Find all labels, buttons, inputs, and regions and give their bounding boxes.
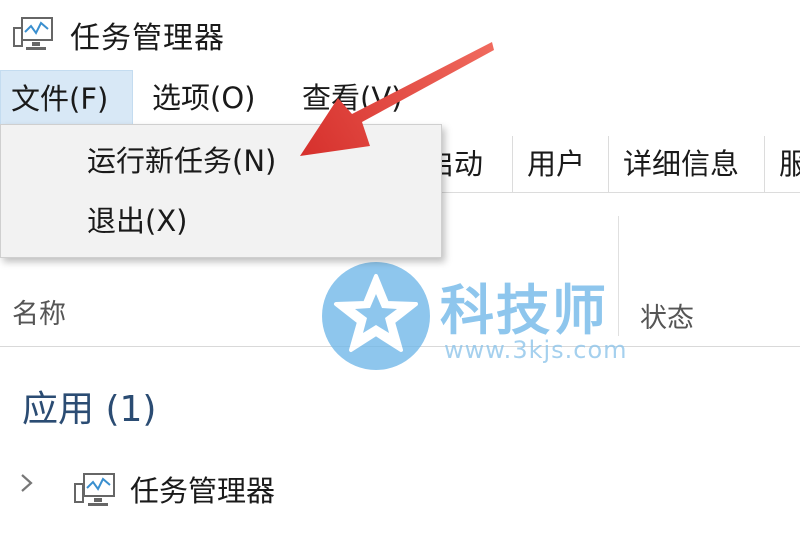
title-bar: 任务管理器 [0,0,800,68]
watermark-url: www.3kjs.com [444,336,628,364]
menu-item-exit[interactable]: 退出(X) [87,195,188,247]
menu-options[interactable]: 选项(O) [142,70,265,126]
window-title: 任务管理器 [70,21,225,56]
task-manager-icon [13,17,53,50]
task-manager-icon [74,473,115,506]
watermark: 科技师 www.3kjs.com [318,258,658,378]
tab-services[interactable]: 服 [764,136,800,192]
tab-strip: 启动 用户 详细信息 服 [410,136,800,193]
menu-item-run-new-task[interactable]: 运行新任务(N) [87,135,276,187]
tab-users[interactable]: 用户 [512,136,608,192]
chevron-right-icon[interactable] [18,472,36,494]
menu-bar: 文件(F) 选项(O) 查看(V) [0,70,800,126]
process-row-label[interactable]: 任务管理器 [130,468,275,510]
watermark-brand: 科技师 [440,279,608,342]
file-menu-dropdown: 运行新任务(N) 退出(X) [0,124,442,258]
menu-file[interactable]: 文件(F) [0,70,133,126]
column-header-status[interactable]: 状态 [640,296,694,335]
star-logo-icon [322,262,430,370]
header-divider [0,346,800,347]
column-divider [618,216,619,336]
tab-details[interactable]: 详细信息 [608,136,764,192]
group-header-apps: 应用 (1) [22,389,157,430]
menu-view[interactable]: 查看(V) [292,70,412,126]
column-header-name[interactable]: 名称 [12,292,66,331]
